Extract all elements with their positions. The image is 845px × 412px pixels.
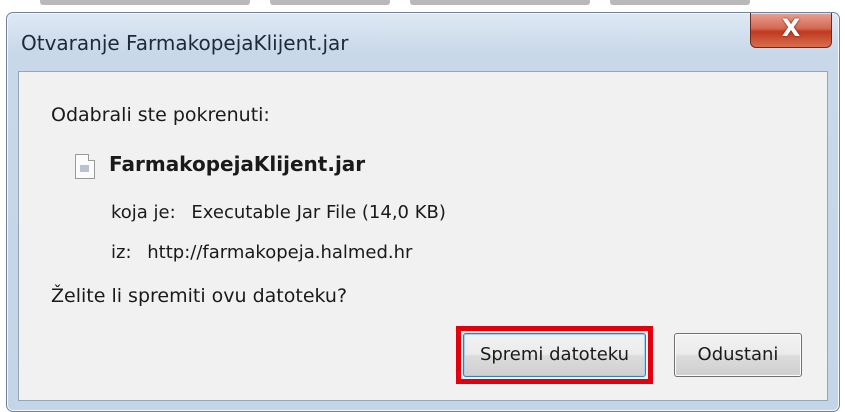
background-page-strip (0, 0, 845, 12)
file-type-row: koja je: Executable Jar File (14,0 KB) (111, 202, 446, 223)
prompt-text: Odabrali ste pokrenuti: (51, 104, 270, 126)
close-icon: X (781, 14, 801, 42)
file-source-value: http://farmakopeja.halmed.hr (147, 242, 413, 263)
save-question: Želite li spremiti ovu datoteku? (51, 285, 348, 307)
file-name: FarmakopejaKlijent.jar (109, 152, 366, 176)
file-source-row: iz: http://farmakopeja.halmed.hr (111, 242, 412, 263)
close-button[interactable]: X (750, 13, 832, 48)
jar-file-icon (75, 154, 95, 179)
save-file-button[interactable]: Spremi datoteku (463, 333, 646, 377)
open-file-dialog: Otvaranje FarmakopejaKlijent.jar X Odabr… (6, 12, 840, 412)
cancel-button[interactable]: Odustani (674, 333, 802, 377)
file-source-label: iz: (111, 242, 132, 263)
dialog-title: Otvaranje FarmakopejaKlijent.jar (21, 31, 349, 55)
file-type-label: koja je: (111, 202, 176, 223)
dialog-content: Odabrali ste pokrenuti: FarmakopejaKlije… (18, 71, 828, 401)
file-type-value: Executable Jar File (14,0 KB) (191, 202, 446, 223)
